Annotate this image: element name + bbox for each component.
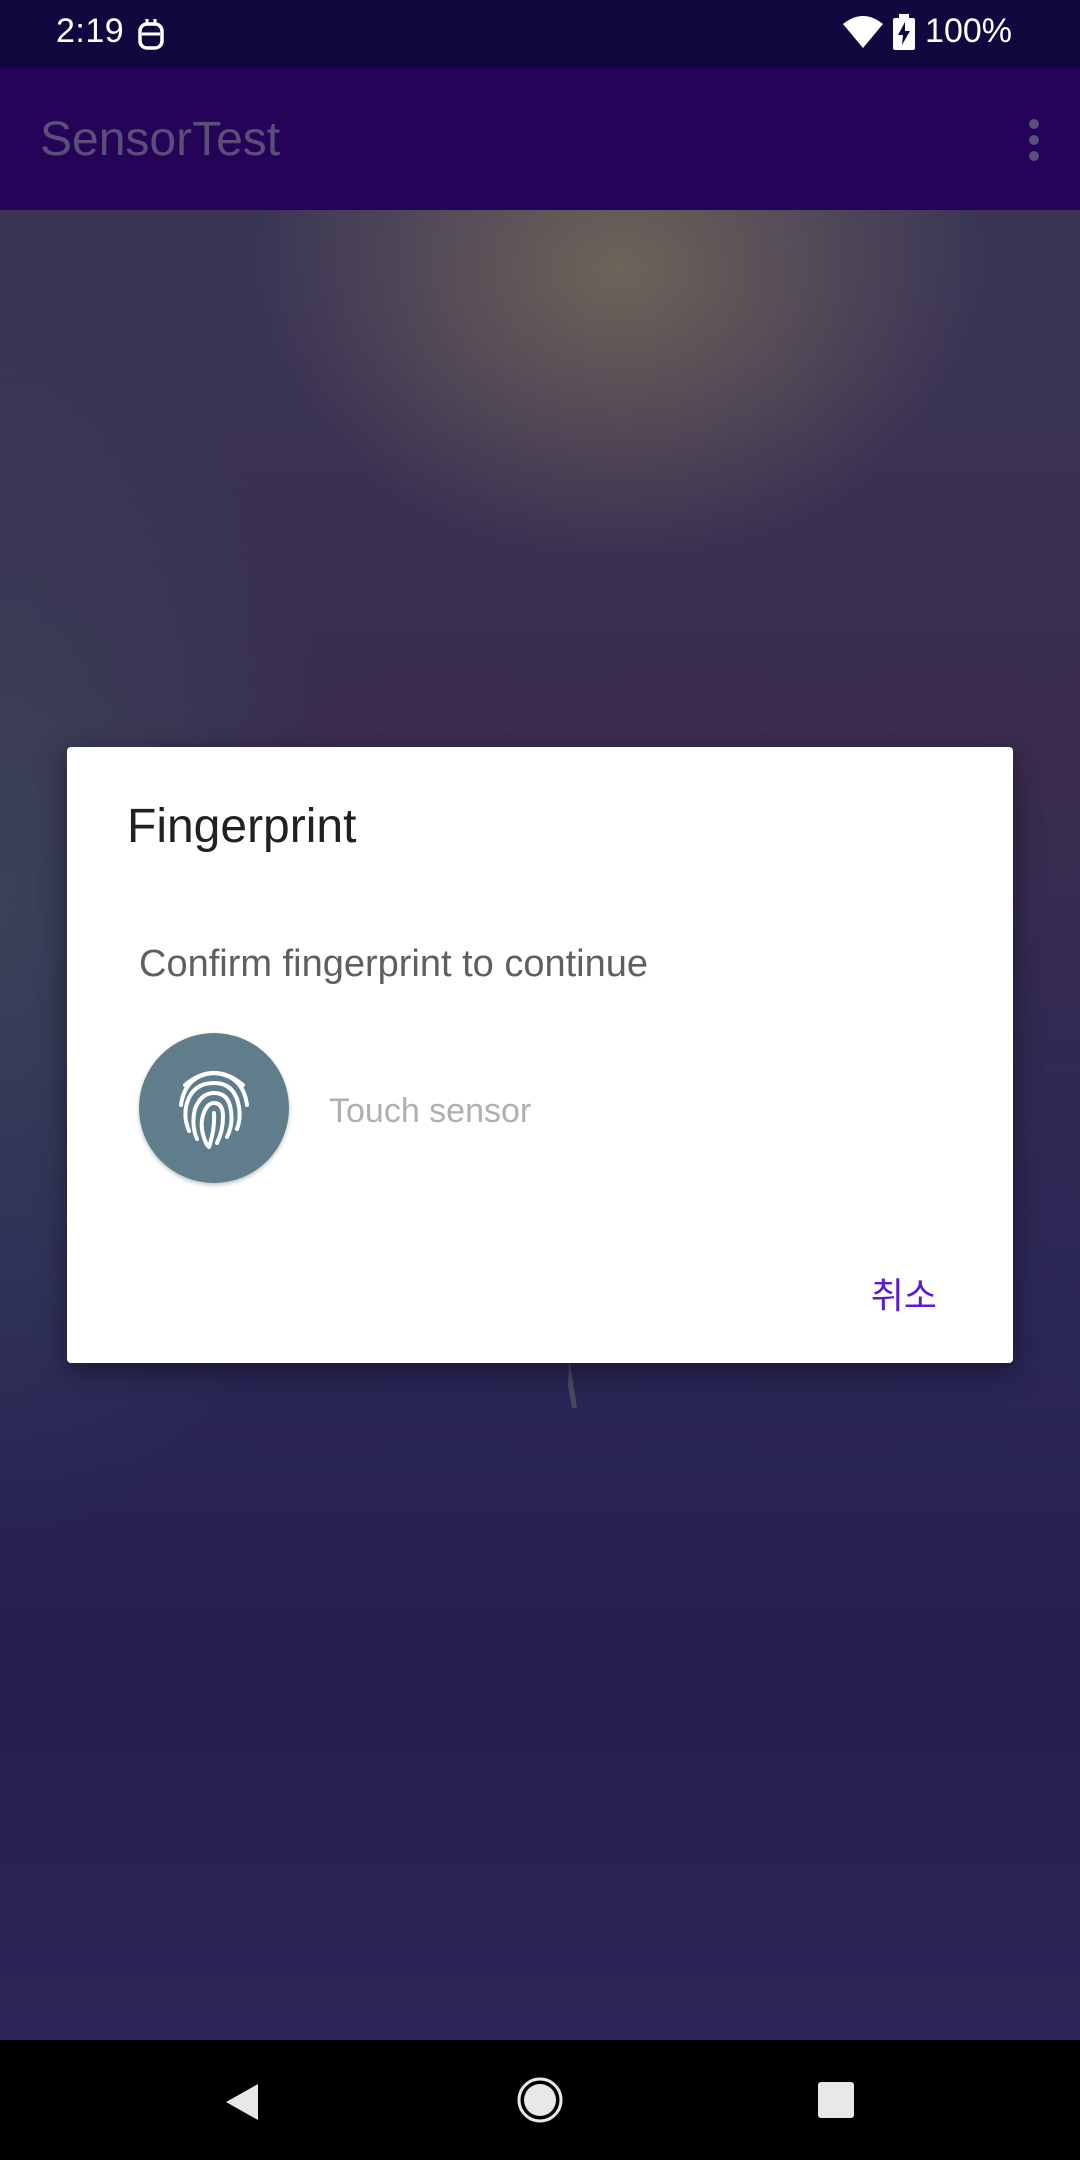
background-figure <box>568 1358 577 1408</box>
navigation-bar <box>0 2040 1080 2160</box>
wifi-icon <box>843 15 884 48</box>
status-icons: 100% <box>843 12 1012 51</box>
fingerprint-sensor-circle <box>139 1033 289 1183</box>
status-bar: 2:19 100% <box>0 0 1080 68</box>
overflow-menu-icon[interactable] <box>1026 118 1042 162</box>
cancel-button[interactable]: 취소 <box>871 1267 937 1319</box>
fingerprint-dialog: Fingerprint Confirm fingerprint to conti… <box>67 747 1013 1363</box>
battery-charging-icon <box>893 13 916 50</box>
notification-icon <box>138 19 164 50</box>
home-icon[interactable] <box>516 2076 564 2124</box>
sensor-status-text: Touch sensor <box>329 1092 532 1130</box>
status-time: 2:19 <box>56 12 125 50</box>
app-title: SensorTest <box>40 113 281 166</box>
fingerprint-icon <box>179 1070 249 1149</box>
app-bar: SensorTest <box>0 68 1080 210</box>
dialog-title: Fingerprint <box>127 800 357 853</box>
back-icon[interactable] <box>220 2080 264 2124</box>
battery-percentage: 100% <box>925 12 1012 50</box>
recents-icon[interactable] <box>816 2080 856 2120</box>
dialog-description: Confirm fingerprint to continue <box>139 943 649 985</box>
